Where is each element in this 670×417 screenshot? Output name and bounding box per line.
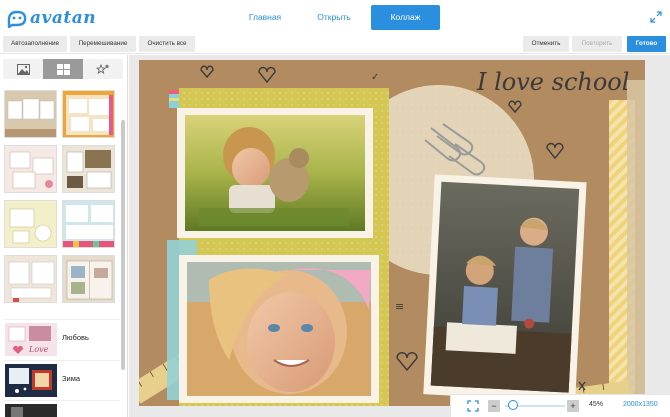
top-bar: avatan Главная Открыть Коллаж xyxy=(0,0,670,34)
toolbar: Автозаполнение Перемешивание Очистить вс… xyxy=(0,34,670,54)
collage-artwork: I love school ✓ ≡ xyxy=(139,60,645,406)
svg-text:≡: ≡ xyxy=(395,300,404,313)
svg-text:Love: Love xyxy=(28,345,49,354)
zoom-level: 45% xyxy=(589,401,604,408)
sidebar-tabs xyxy=(3,59,123,79)
category-thumb: Love xyxy=(5,323,57,356)
collage-text: I love school xyxy=(476,68,629,96)
category-thumb xyxy=(5,364,57,397)
nav-open[interactable]: Открыть xyxy=(309,6,359,28)
category-next[interactable] xyxy=(4,400,120,417)
stars-icon xyxy=(95,63,109,75)
tab-photos[interactable] xyxy=(3,59,43,79)
undo-button[interactable]: Отменить xyxy=(523,36,569,52)
logo-text: avatan xyxy=(30,8,97,28)
layout-thumb[interactable] xyxy=(62,200,115,248)
layout-thumb[interactable] xyxy=(4,255,57,303)
shuffle-button[interactable]: Перемешивание xyxy=(70,36,136,52)
grid-icon xyxy=(56,63,70,75)
layout-thumb[interactable] xyxy=(62,145,115,193)
sidebar-scrollbar[interactable] xyxy=(121,120,125,370)
svg-text:✓: ✓ xyxy=(371,72,379,83)
sidebar: Love Любовь Зима xyxy=(0,55,128,417)
image-icon xyxy=(16,63,30,75)
layout-thumb[interactable] xyxy=(4,90,57,138)
layout-thumb[interactable] xyxy=(62,90,115,138)
clear-all-button[interactable]: Очистить все xyxy=(139,36,195,52)
canvas-area: I love school ✓ ≡ xyxy=(129,55,670,417)
redo-button[interactable]: Повторить xyxy=(572,36,622,52)
zoom-out-button[interactable]: − xyxy=(488,400,500,412)
tab-layouts[interactable] xyxy=(43,59,83,79)
logo[interactable]: avatan xyxy=(6,6,96,30)
layout-thumb[interactable] xyxy=(4,200,57,248)
category-label: Любовь xyxy=(62,333,89,342)
nav-collage[interactable]: Коллаж xyxy=(371,5,440,30)
fit-screen-icon[interactable] xyxy=(467,400,479,412)
canvas-size[interactable]: 2000x1350 xyxy=(623,401,658,408)
category-thumb xyxy=(5,404,57,417)
category-label: Зима xyxy=(62,374,81,383)
nav-home[interactable]: Главная xyxy=(240,6,290,28)
zoom-slider-knob[interactable] xyxy=(508,400,518,410)
autofill-button[interactable]: Автозаполнение xyxy=(3,36,67,52)
layout-thumb[interactable] xyxy=(62,255,115,303)
expand-icon[interactable] xyxy=(650,11,662,23)
category-winter[interactable]: Зима xyxy=(4,360,120,398)
done-button[interactable]: Готово xyxy=(627,36,666,52)
category-love[interactable]: Love Любовь xyxy=(4,319,120,357)
layout-thumb[interactable] xyxy=(4,145,57,193)
zoom-in-button[interactable]: + xyxy=(567,400,579,412)
app-window: avatan Главная Открыть Коллаж Автозаполн… xyxy=(0,0,670,417)
collage-canvas[interactable]: I love school ✓ ≡ xyxy=(139,60,645,406)
tab-stickers[interactable] xyxy=(83,59,123,79)
zoom-bar: − + 45% 2000x1350 xyxy=(450,394,670,417)
logo-icon xyxy=(7,10,27,28)
